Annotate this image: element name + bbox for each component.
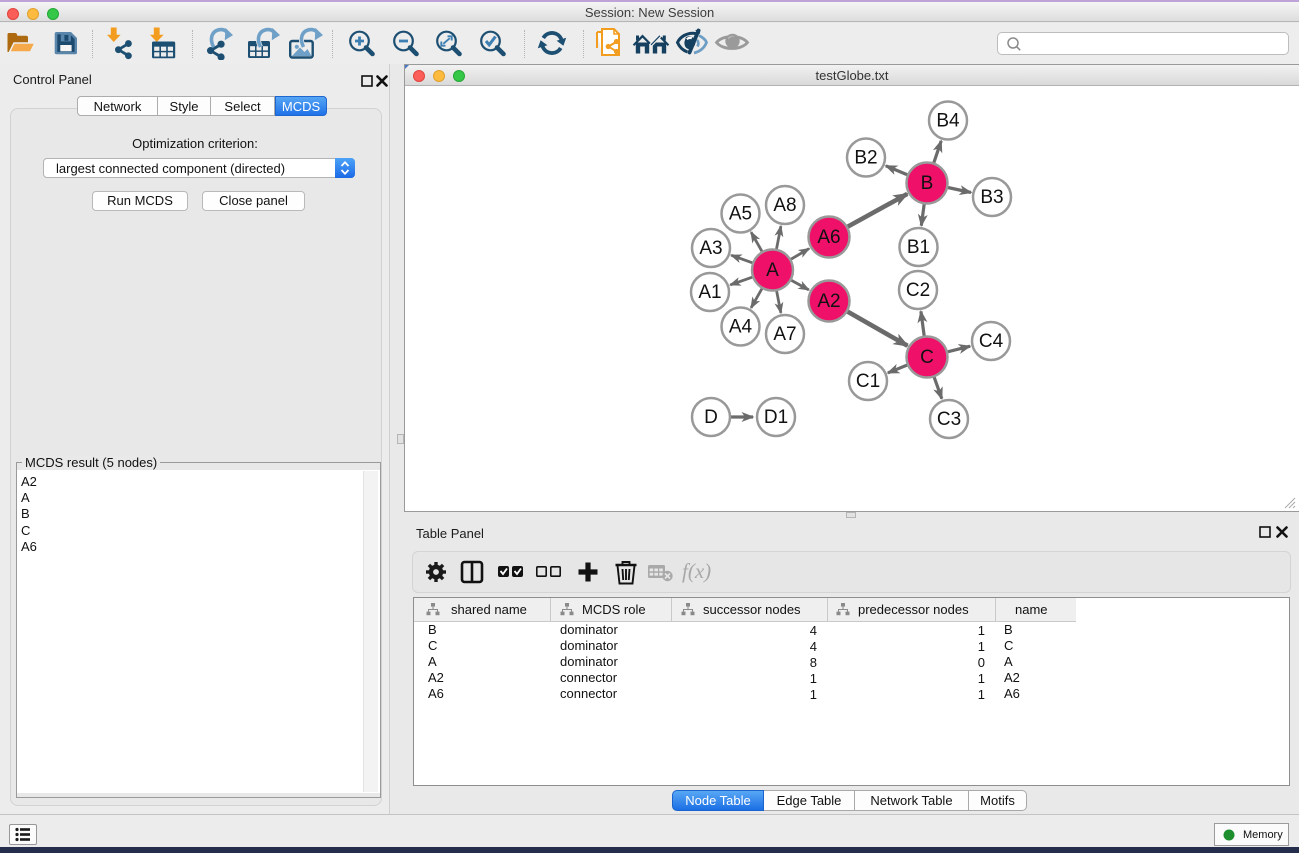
svg-text:B3: B3 <box>980 187 1003 208</box>
svg-text:A: A <box>766 260 779 281</box>
svg-text:A2: A2 <box>817 291 840 312</box>
svg-text:C3: C3 <box>937 409 961 430</box>
svg-text:A8: A8 <box>773 195 796 216</box>
svg-text:A3: A3 <box>699 238 722 259</box>
svg-text:B1: B1 <box>907 237 930 258</box>
svg-text:C: C <box>920 347 934 368</box>
svg-text:A7: A7 <box>773 324 796 345</box>
svg-text:B: B <box>921 173 934 194</box>
svg-text:A4: A4 <box>729 317 753 338</box>
svg-text:A5: A5 <box>729 204 752 225</box>
svg-text:A1: A1 <box>698 282 721 303</box>
svg-text:C2: C2 <box>906 280 930 301</box>
svg-text:D1: D1 <box>764 407 788 428</box>
svg-text:D: D <box>704 407 718 428</box>
svg-text:C1: C1 <box>856 371 880 392</box>
svg-text:B4: B4 <box>936 111 960 132</box>
svg-text:f(x): f(x) <box>682 559 711 583</box>
svg-text:C4: C4 <box>979 331 1004 352</box>
svg-text:A6: A6 <box>817 227 840 248</box>
svg-text:B2: B2 <box>854 148 877 169</box>
